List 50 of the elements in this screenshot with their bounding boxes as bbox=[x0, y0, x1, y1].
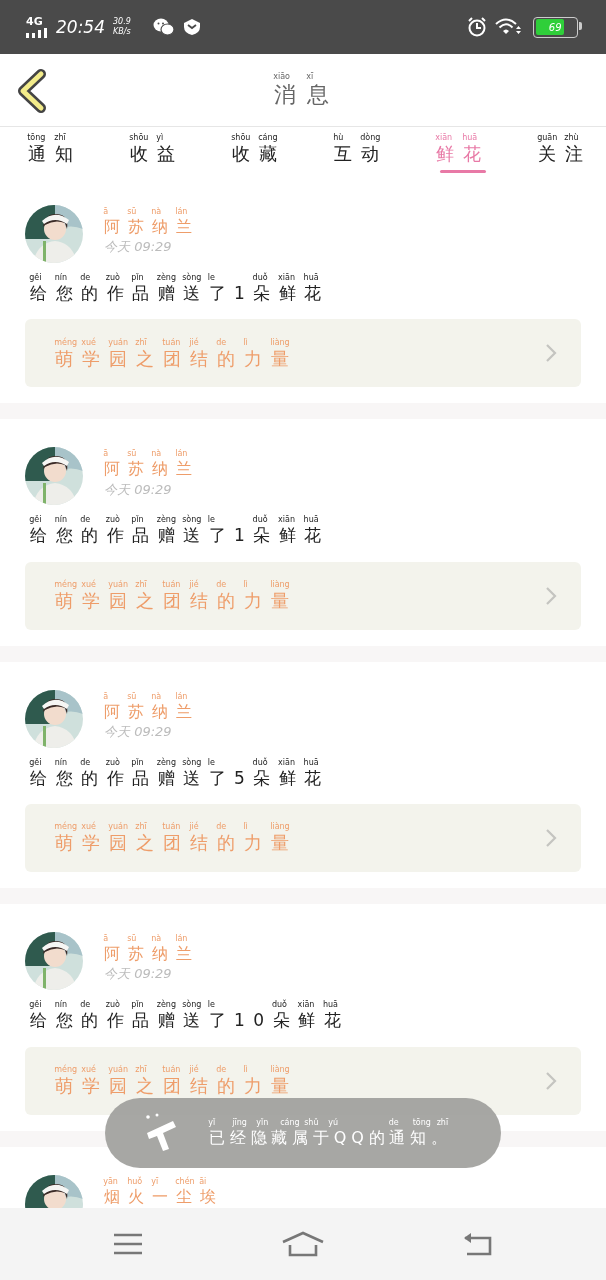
pinyin-annotation: gěi nín de zuò pǐn zèng sòng le duǒ xiān huā bbox=[30, 1000, 339, 1011]
alarm-clock-icon bbox=[467, 17, 487, 37]
timestamp: 今天 09:29 bbox=[104, 238, 173, 257]
sender-name[interactable]: 阿苏纳兰 bbox=[104, 944, 200, 964]
back-icon[interactable] bbox=[463, 1232, 494, 1256]
work-title[interactable]: 萌学园之团结的力量 bbox=[55, 347, 298, 370]
toast-text: 已经隐藏属于QQ的通知。 bbox=[209, 1128, 452, 1148]
chat-bubbles-icon bbox=[152, 17, 175, 37]
home-icon[interactable] bbox=[282, 1231, 324, 1257]
shield-icon bbox=[182, 18, 201, 36]
pinyin-annotation: ā sū nà lán bbox=[104, 691, 189, 702]
pinyin-annotation: méng xué yuán zhī tuán jié de lì liàng bbox=[55, 337, 291, 348]
pinyin-annotation: gěi nín de zuò pǐn zèng sòng le duǒ xiān huā bbox=[30, 757, 320, 768]
tab[interactable]: shōu cáng 收藏 bbox=[232, 127, 286, 173]
page-title: 消息 bbox=[274, 81, 340, 109]
menu-icon[interactable] bbox=[113, 1233, 142, 1255]
tab[interactable]: guān zhù 关注 bbox=[538, 127, 592, 173]
pinyin-annotation: gěi nín de zuò pǐn zèng sòng le duǒ xiān huā bbox=[30, 515, 320, 526]
work-title[interactable]: 萌学园之团结的力量 bbox=[55, 1074, 298, 1097]
pinyin-annotation: ā sū nà lán bbox=[104, 934, 189, 945]
pinyin-annotation: méng xué yuán zhī tuán jié de lì liàng bbox=[55, 1064, 291, 1075]
pinyin-annotation: yān huǒ yī chén āi bbox=[104, 1176, 208, 1187]
tab[interactable]: shōu yì 收益 bbox=[130, 127, 184, 173]
timestamp: 今天 09:29 bbox=[104, 480, 173, 499]
pinyin-annotation: ā sū nà lán bbox=[104, 449, 189, 460]
tab[interactable]: hù dòng 互动 bbox=[334, 127, 388, 173]
tab[interactable]: tōng zhī 通知 bbox=[28, 127, 82, 173]
work-title[interactable]: 萌学园之团结的力量 bbox=[55, 590, 298, 612]
sender-name[interactable]: 阿苏纳兰 bbox=[104, 217, 200, 237]
back-button[interactable] bbox=[16, 68, 48, 114]
network-speed: 30.9 KB/s bbox=[113, 17, 131, 37]
timestamp: 今天 09:29 bbox=[104, 722, 173, 741]
pinyin-annotation: xiāo xī bbox=[274, 71, 315, 82]
pinyin-annotation: gěi nín de zuò pǐn zèng sòng le duǒ xiān huā bbox=[30, 273, 320, 283]
sender-name[interactable]: 阿苏纳兰 bbox=[104, 701, 200, 721]
sender-name[interactable]: 阿苏纳兰 bbox=[104, 459, 200, 479]
pinyin-annotation: méng xué yuán zhī tuán jié de lì liàng bbox=[55, 580, 291, 590]
timestamp: 今天 09:29 bbox=[104, 965, 173, 984]
work-title[interactable]: 萌学园之团结的力量 bbox=[55, 832, 298, 854]
pinyin-annotation: ā sū nà lán bbox=[104, 207, 189, 217]
pinyin-annotation: yǐ jīng yǐn cáng shǔ yú de tōng zhī bbox=[209, 1118, 450, 1129]
sender-name[interactable]: 烟火一尘埃 bbox=[104, 1186, 224, 1206]
clock-time: 20:54 bbox=[56, 17, 105, 37]
notification-text: 给您的作品赠送了5朵鲜花 bbox=[30, 767, 330, 789]
pinyin-annotation: méng xué yuán zhī tuán jié de lì liàng bbox=[55, 822, 291, 833]
wifi-icon bbox=[495, 17, 521, 37]
tab[interactable]: xiān huā 鲜花 bbox=[436, 127, 490, 173]
notification-text: 给您的作品赠送了10朵鲜花 bbox=[30, 1010, 350, 1031]
notification-text: 给您的作品赠送了1朵鲜花 bbox=[30, 283, 330, 304]
notification-text: 给您的作品赠送了1朵鲜花 bbox=[30, 525, 330, 546]
